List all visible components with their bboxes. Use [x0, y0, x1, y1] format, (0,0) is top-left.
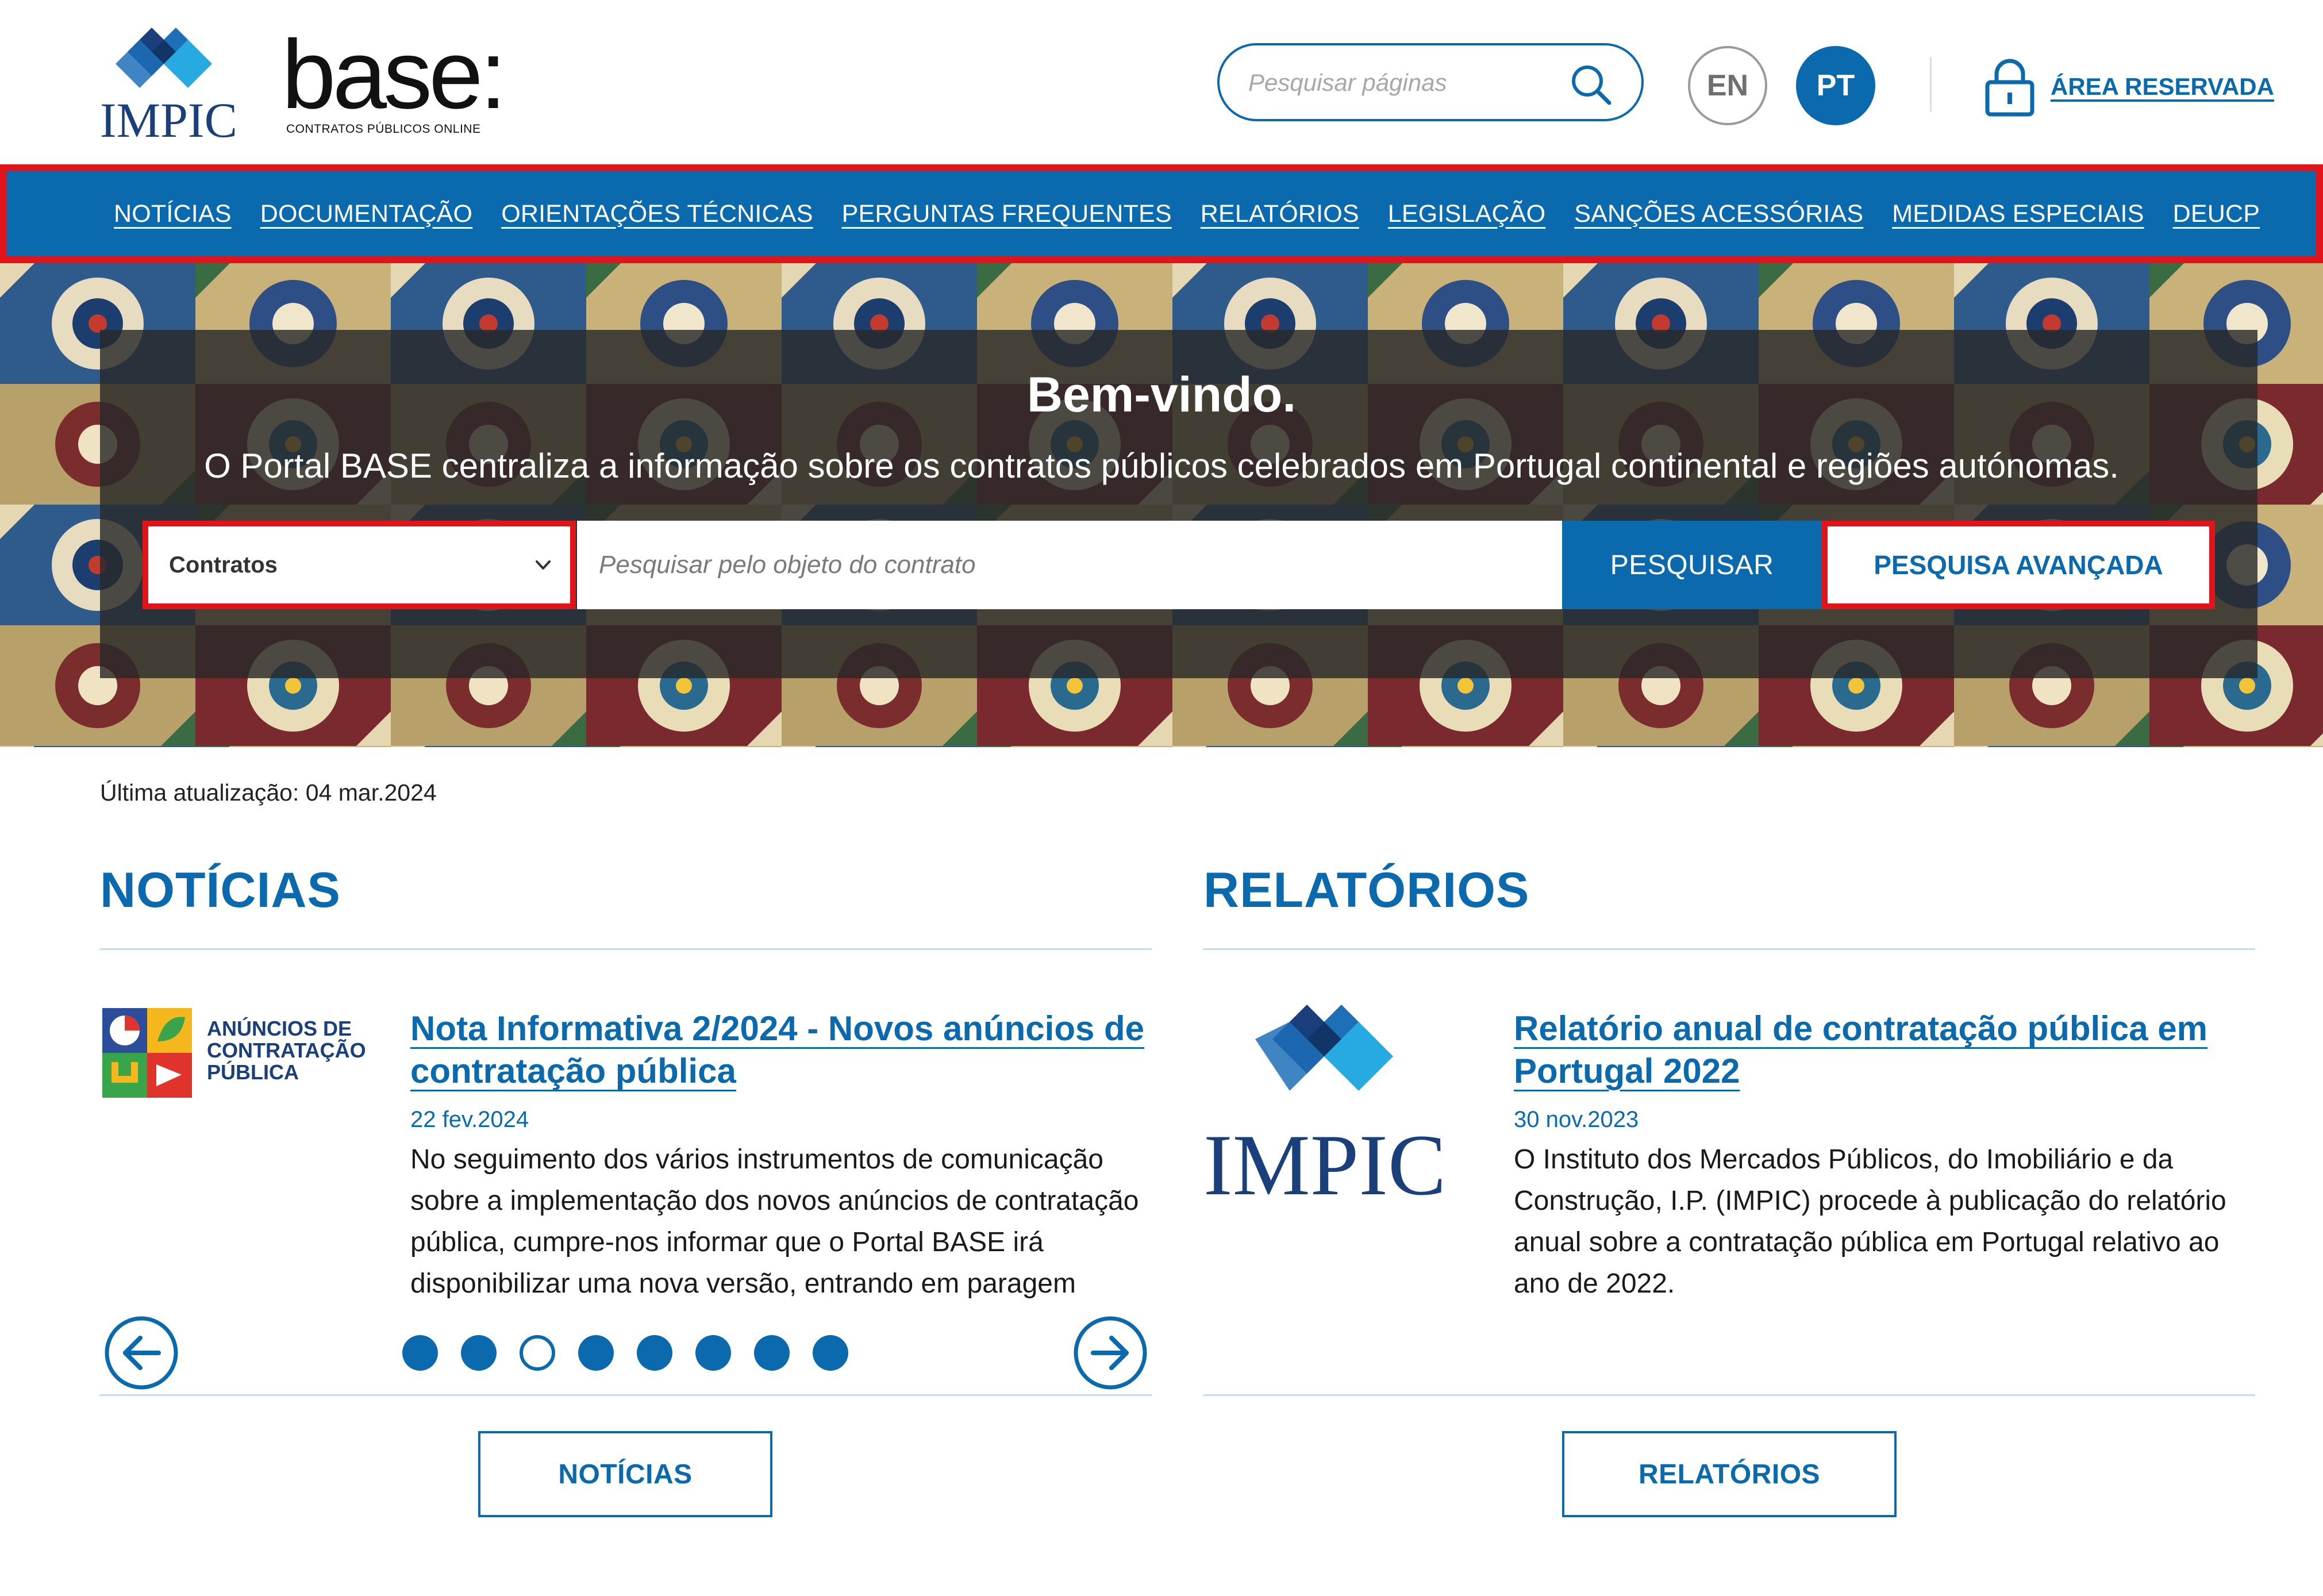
news-item-title-line: contratação pública — [410, 1052, 736, 1090]
news-item-date: 22 fev.2024 — [410, 1107, 529, 1132]
base-logo-subtitle: CONTRATOS PÚBLICOS ONLINE — [286, 122, 481, 136]
news-item-image[interactable]: ANÚNCIOS DE CONTRATAÇÃO PÚBLICA — [101, 1007, 366, 1101]
report-item-title-line: Portugal 2022 — [1514, 1052, 1740, 1090]
search-icon[interactable] — [1569, 63, 1613, 106]
arrow-right-circle-icon[interactable] — [1072, 1315, 1148, 1391]
reserved-area-label: ÁREA RESERVADA — [2051, 73, 2274, 100]
base-logo-word: base: — [282, 20, 507, 129]
chevron-down-icon — [536, 560, 551, 570]
news-item-title-line: Nota Informativa 2/2024 - Novos anúncios… — [410, 1009, 1145, 1048]
header-divider — [1930, 57, 1932, 111]
news-item-summary-line: pública, cumpre-nos informar que o Porta… — [410, 1227, 1044, 1257]
svg-text:PÚBLICA: PÚBLICA — [207, 1060, 299, 1084]
nav-item-legislacao[interactable]: LEGISLAÇÃO — [1388, 200, 1545, 228]
nav-item-perguntas-frequentes[interactable]: PERGUNTAS FREQUENTES — [842, 200, 1172, 228]
svg-text:IMPIC: IMPIC — [100, 93, 237, 143]
report-item-summary-line: O Instituto dos Mercados Públicos, do Im… — [1514, 1144, 2174, 1175]
carousel-dot[interactable] — [402, 1335, 438, 1371]
news-section-title: NOTÍCIAS — [100, 863, 341, 918]
nav-item-noticias[interactable]: NOTÍCIAS — [114, 200, 232, 228]
all-news-button[interactable]: NOTÍCIAS — [478, 1431, 772, 1517]
news-item-title-link[interactable]: Nota Informativa 2/2024 - Novos anúncios… — [410, 1007, 1157, 1093]
report-item-summary: O Instituto dos Mercados Públicos, do Im… — [1514, 1139, 2261, 1305]
search-button[interactable]: PESQUISAR — [1562, 521, 1822, 609]
main-navigation: NOTÍCIAS DOCUMENTAÇÃO ORIENTAÇÕES TÉCNIC… — [0, 164, 2323, 263]
contract-object-search-input[interactable] — [599, 544, 1518, 586]
site-header: IMPIC base: CONTRATOS PÚBLICOS ONLINE EN… — [0, 0, 2323, 164]
language-en-button[interactable]: EN — [1688, 46, 1767, 125]
report-item-summary-line: anual sobre a contratação pública em Por… — [1514, 1227, 2220, 1257]
nav-item-relatorios[interactable]: RELATÓRIOS — [1201, 200, 1359, 228]
reserved-area-link[interactable]: ÁREA RESERVADA — [1984, 55, 2274, 118]
hero-title: Bem-vindo. — [1026, 367, 1297, 422]
page-search-box[interactable] — [1217, 43, 1644, 121]
svg-text:ANÚNCIOS DE: ANÚNCIOS DE — [207, 1016, 352, 1040]
report-item-title-link[interactable]: Relatório anual de contratação pública e… — [1514, 1007, 2261, 1093]
carousel-dot[interactable] — [754, 1335, 790, 1371]
page-search-input[interactable] — [1248, 63, 1559, 103]
language-pt-button[interactable]: PT — [1796, 46, 1875, 125]
hero-banner: Bem-vindo. O Portal BASE centraliza a in… — [0, 263, 2323, 747]
report-item-summary-line: ano de 2022. — [1514, 1268, 1675, 1299]
carousel-dot[interactable] — [813, 1335, 848, 1371]
carousel-dot[interactable] — [461, 1335, 497, 1371]
report-item-title-line: Relatório anual de contratação pública e… — [1514, 1009, 2207, 1048]
impic-logo[interactable]: IMPIC — [98, 28, 259, 143]
nav-item-deucp[interactable]: DEUCP — [2173, 200, 2260, 228]
nav-item-medidas-especiais[interactable]: MEDIDAS ESPECIAIS — [1892, 200, 2144, 228]
report-item-summary-line: Construção, I.P. (IMPIC) procede à publi… — [1514, 1186, 2226, 1216]
contract-object-search[interactable] — [577, 521, 1562, 609]
carousel-pagination — [402, 1335, 871, 1371]
news-item-summary: No seguimento dos vários instrumentos de… — [410, 1139, 1157, 1305]
base-logo[interactable]: base: CONTRATOS PÚBLICOS ONLINE — [282, 26, 507, 141]
news-item-summary-line: No seguimento dos vários instrumentos de… — [410, 1144, 1103, 1175]
reports-section-rule — [1203, 948, 2255, 950]
carousel-dot[interactable] — [578, 1335, 614, 1371]
carousel-dot[interactable] — [695, 1335, 731, 1371]
nav-item-sancoes-acessorias[interactable]: SANÇÕES ACESSÓRIAS — [1574, 200, 1863, 228]
nav-item-documentacao[interactable]: DOCUMENTAÇÃO — [260, 200, 473, 228]
reports-bottom-rule — [1203, 1394, 2255, 1396]
svg-text:CONTRATAÇÃO: CONTRATAÇÃO — [207, 1038, 366, 1062]
last-update-text: Última atualização: 04 mar.2024 — [100, 779, 437, 806]
svg-text:IMPIC: IMPIC — [1203, 1117, 1446, 1206]
news-bottom-rule — [100, 1394, 1152, 1396]
lock-icon — [1985, 59, 2034, 117]
search-type-selected-value: Contratos — [169, 552, 278, 578]
report-item-image[interactable]: IMPIC — [1203, 1005, 1471, 1206]
carousel-dot[interactable] — [637, 1335, 672, 1371]
news-section-rule — [100, 948, 1152, 950]
hero-subtitle: O Portal BASE centraliza a informação so… — [204, 447, 2119, 485]
nav-item-orientacoes-tecnicas[interactable]: ORIENTAÇÕES TÉCNICAS — [501, 200, 813, 228]
news-item-summary-line: sobre a implementação dos novos anúncios… — [410, 1186, 1139, 1216]
report-item-date: 30 nov.2023 — [1514, 1107, 1639, 1132]
search-type-select[interactable]: Contratos — [143, 521, 576, 609]
news-item-summary-line: disponibilizar uma nova versão, entrando… — [410, 1268, 1076, 1299]
arrow-left-circle-icon[interactable] — [103, 1315, 179, 1391]
reports-section-title: RELATÓRIOS — [1203, 863, 1530, 918]
carousel-dot-active[interactable] — [520, 1335, 555, 1371]
all-reports-button[interactable]: RELATÓRIOS — [1562, 1431, 1897, 1517]
advanced-search-button[interactable]: PESQUISA AVANÇADA — [1822, 521, 2215, 609]
